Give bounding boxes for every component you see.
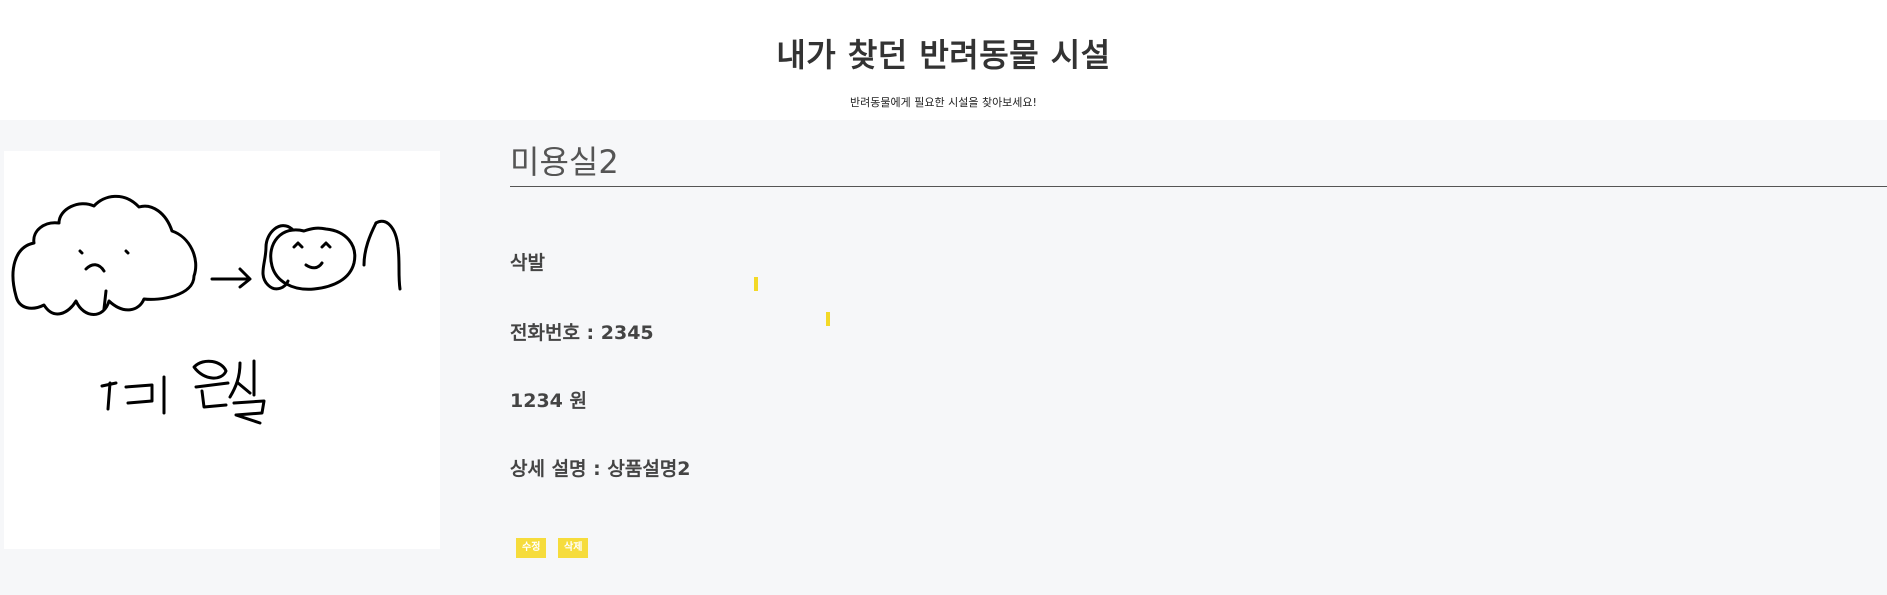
highlight-marker bbox=[754, 277, 758, 291]
highlight-marker bbox=[826, 312, 830, 326]
page-header: 내가 찾던 반려동물 시설 반려동물에게 필요한 시설을 찾아보세요! bbox=[0, 0, 1887, 120]
page-title: 내가 찾던 반려동물 시설 bbox=[776, 36, 1111, 74]
facility-info: 미용실2 삭발 전화번호 : 2345 1234 원 상세 설명 : 상품설명2… bbox=[510, 140, 1887, 558]
facility-description: 상세 설명 : 상품설명2 bbox=[510, 458, 691, 480]
facility-drawing bbox=[11, 194, 402, 425]
facility-service: 삭발 bbox=[510, 252, 545, 274]
facility-name: 미용실2 bbox=[510, 140, 1887, 187]
delete-button[interactable]: 삭제 bbox=[558, 538, 589, 558]
facility-detail-section: 미용실2 삭발 전화번호 : 2345 1234 원 상세 설명 : 상품설명2… bbox=[0, 120, 1887, 595]
facility-image bbox=[4, 151, 440, 549]
facility-phone: 전화번호 : 2345 bbox=[510, 322, 654, 344]
edit-button[interactable]: 수정 bbox=[516, 538, 547, 558]
page-subtitle: 반려동물에게 필요한 시설을 찾아보세요! bbox=[850, 96, 1037, 109]
facility-price: 1234 원 bbox=[510, 390, 587, 412]
